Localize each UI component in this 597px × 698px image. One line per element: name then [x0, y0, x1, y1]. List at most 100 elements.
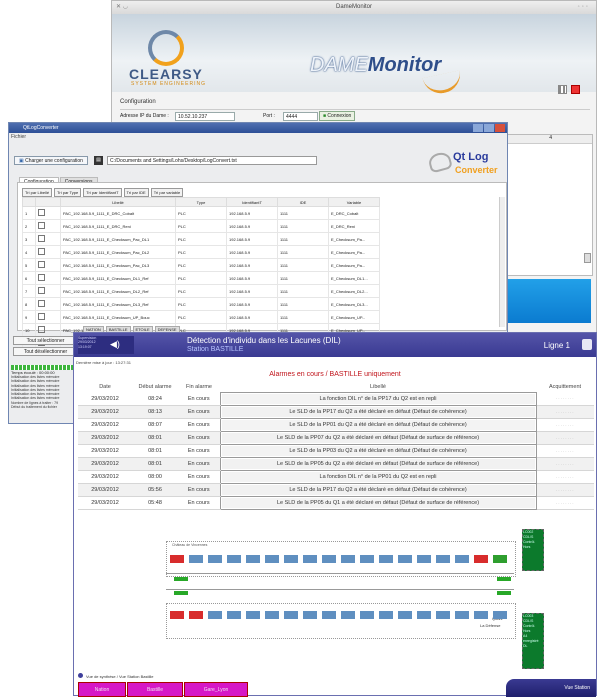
table-scrollbar[interactable]	[499, 197, 505, 327]
lc003-box[interactable]: LC003 CDL/S Contrôl. Hors A4 enregistré DL	[522, 613, 544, 669]
col-identifiant[interactable]: IdentifiantT	[226, 197, 278, 207]
pp-block[interactable]	[227, 611, 241, 619]
alarm-row[interactable]: 29/03/2012 08:01 En cours Le SLD de la PP07…	[78, 431, 594, 445]
pp-block[interactable]	[360, 555, 374, 563]
grid-view-icon[interactable]	[558, 85, 567, 94]
pp-block[interactable]	[208, 555, 222, 563]
row-checkbox[interactable]	[35, 284, 61, 298]
table-row[interactable]: 3 PAC_192.168.5.9_1111_E_Checksum_Pac_DL1…	[22, 232, 380, 246]
lc002-box[interactable]: LC002 CDL/S Contrôl. Hors	[522, 529, 544, 571]
alarm-row[interactable]: 29/03/2012 08:07 En cours Le SLD de la PP01…	[78, 418, 594, 432]
pp-block[interactable]	[398, 611, 412, 619]
nation-button[interactable]: Nation	[78, 682, 126, 697]
table-row[interactable]: 7 PAC_192.168.5.9_1111_E_Checksum_DL2_Ref…	[22, 284, 380, 298]
table-row[interactable]: 8 PAC_192.168.5.9_1111_E_Checksum_DL3_Ref…	[22, 297, 380, 311]
checkbox-icon[interactable]	[38, 313, 45, 320]
pp-block[interactable]	[265, 611, 279, 619]
table-row[interactable]: 5 PAC_192.168.5.9_1111_E_Checksum_Pac_DL3…	[22, 258, 380, 272]
checkbox-icon[interactable]	[38, 326, 45, 333]
pp-block[interactable]	[360, 611, 374, 619]
pp-block[interactable]	[436, 611, 450, 619]
col-ide[interactable]: IDE	[277, 197, 329, 207]
alarm-row[interactable]: 29/03/2012 08:01 En cours Le SLD de la PP03…	[78, 444, 594, 458]
pp-block[interactable]	[208, 611, 222, 619]
line-menu-icon[interactable]	[582, 339, 592, 350]
row-checkbox[interactable]	[35, 232, 61, 246]
pp-block[interactable]	[170, 555, 184, 563]
pp-block[interactable]	[170, 611, 184, 619]
close-icon[interactable]	[495, 124, 505, 132]
pp-block[interactable]	[303, 611, 317, 619]
deselect-all-button[interactable]: Tout désélectionner	[13, 347, 78, 356]
row-checkbox[interactable]	[35, 323, 61, 337]
checkbox-icon[interactable]	[38, 222, 45, 229]
maximize-icon[interactable]	[484, 124, 494, 132]
pp-block[interactable]	[189, 611, 203, 619]
pp-block[interactable]	[493, 611, 507, 619]
table-row[interactable]: 4 PAC_192.168.5.9_1111_E_Checksum_Pac_DL2…	[22, 245, 380, 259]
alarm-row[interactable]: 29/03/2012 08:24 En cours La fonction DIL n…	[78, 392, 594, 406]
pp-block[interactable]	[341, 555, 355, 563]
alarm-ack[interactable]: ········	[536, 470, 594, 484]
row-checkbox[interactable]	[35, 245, 61, 259]
alarm-ack[interactable]: ········	[536, 431, 594, 445]
pp-block[interactable]	[227, 555, 241, 563]
row-checkbox[interactable]	[35, 271, 61, 285]
bastille-button[interactable]: Bastille	[127, 682, 183, 697]
pp-block[interactable]	[455, 555, 469, 563]
alarm-ack[interactable]: ········	[536, 444, 594, 458]
pp-block[interactable]	[303, 555, 317, 563]
pp-block[interactable]	[284, 555, 298, 563]
sort-variable-button[interactable]: Tri par variable	[150, 188, 184, 197]
pp-block[interactable]	[455, 611, 469, 619]
browse-icon[interactable]: ▤	[94, 156, 103, 165]
col-libelle[interactable]: Libellé	[60, 197, 176, 207]
row-checkbox[interactable]	[35, 219, 61, 233]
checkbox-icon[interactable]	[38, 274, 45, 281]
pp-block[interactable]	[436, 555, 450, 563]
col-variable[interactable]: Variable	[328, 197, 380, 207]
checkbox-icon[interactable]	[38, 235, 45, 242]
alarm-ack[interactable]: ········	[536, 457, 594, 471]
checkbox-icon[interactable]	[38, 261, 45, 268]
table-row[interactable]: 1 PAC_192.168.5.9_1111_E_DRC_Cobalt PLC 192…	[22, 206, 380, 220]
checkbox-icon[interactable]	[38, 300, 45, 307]
sort-type-button[interactable]: Tri par Type	[54, 188, 82, 197]
alarm-ack[interactable]: ········	[536, 418, 594, 432]
pp-block[interactable]	[493, 555, 507, 563]
vue-station-button[interactable]: Vue Station	[506, 679, 596, 697]
window-controls-icon[interactable]: ◦◦◦	[578, 1, 590, 14]
pp-block[interactable]	[398, 555, 412, 563]
col-type[interactable]: Type	[175, 197, 227, 207]
pp-block[interactable]	[246, 611, 260, 619]
ip-input[interactable]: 10.52.10.237	[175, 112, 235, 121]
checkbox-icon[interactable]	[38, 287, 45, 294]
pp-block[interactable]	[474, 611, 488, 619]
load-config-button[interactable]: ▣ Charger une configuration	[14, 156, 88, 165]
pp-block[interactable]	[379, 555, 393, 563]
port-input[interactable]: 4444	[283, 112, 318, 121]
pp-block[interactable]	[474, 555, 488, 563]
speaker-icon[interactable]: ◀)	[110, 339, 120, 350]
minimize-icon[interactable]	[473, 124, 483, 132]
sort-libelle-button[interactable]: Tri par Libellé	[22, 188, 53, 197]
alarm-ack[interactable]: ········	[536, 405, 594, 419]
alarm-ack[interactable]: ········	[536, 392, 594, 406]
pp-block[interactable]	[246, 555, 260, 563]
pp-block[interactable]	[417, 555, 431, 563]
row-checkbox[interactable]	[35, 206, 61, 220]
scroll-arrow-icon[interactable]	[584, 253, 591, 263]
pp-block[interactable]	[379, 611, 393, 619]
gare-lyon-button[interactable]: Gare_Lyon	[184, 682, 248, 697]
pp-block[interactable]	[322, 555, 336, 563]
close-red-icon[interactable]	[571, 85, 580, 94]
pp-block[interactable]	[284, 611, 298, 619]
pp-block[interactable]	[417, 611, 431, 619]
pp-block[interactable]	[265, 555, 279, 563]
select-all-button[interactable]: Tout sélectionner	[13, 336, 78, 345]
alarm-row[interactable]: 29/03/2012 05:56 En cours Le SLD de la PP17…	[78, 483, 594, 497]
checkbox-icon[interactable]	[38, 209, 45, 216]
row-checkbox[interactable]	[35, 258, 61, 272]
alarm-ack[interactable]: ········	[536, 496, 594, 510]
table-row[interactable]: 9 PAC_192.168.5.9_1111_E_Checksum_UP_Bouc…	[22, 310, 380, 324]
